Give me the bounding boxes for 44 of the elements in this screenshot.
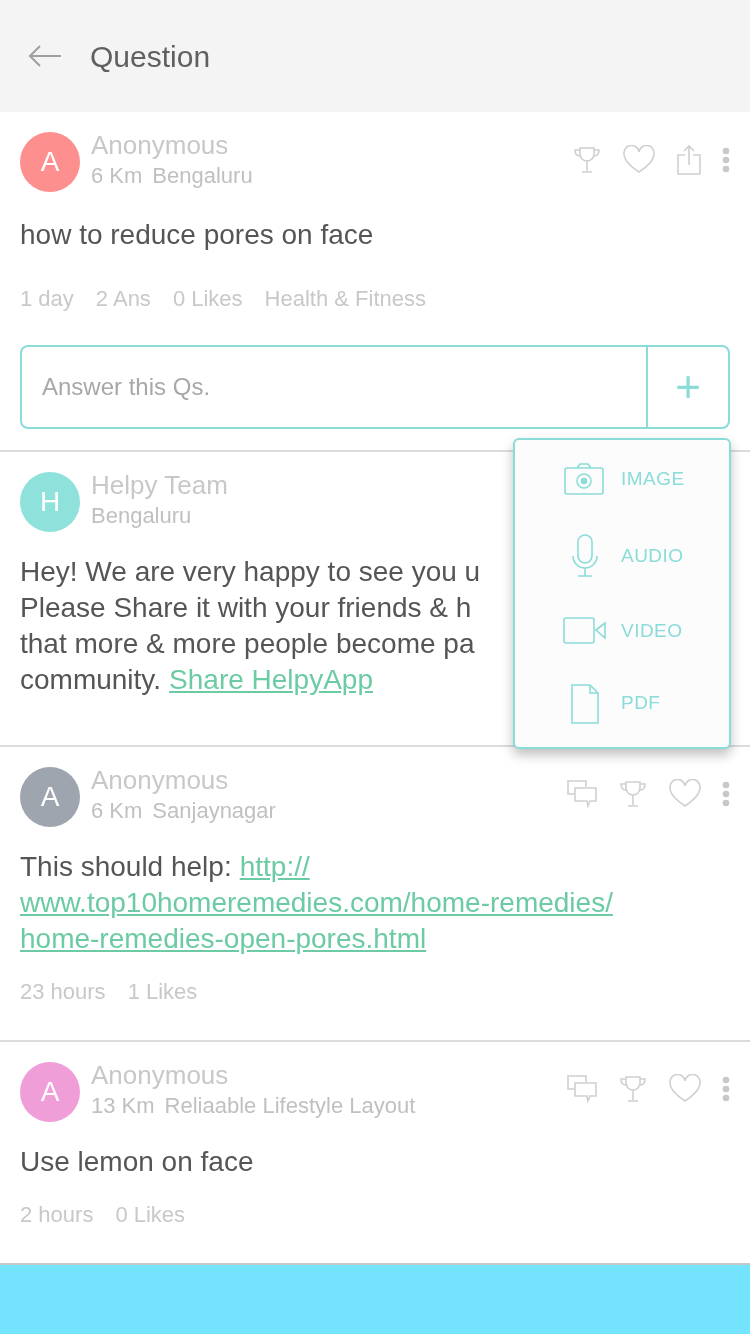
distance-text: 6 Km (91, 162, 143, 190)
more-icon[interactable] (722, 1076, 730, 1102)
trophy-icon[interactable] (618, 779, 648, 809)
heart-icon[interactable] (622, 145, 656, 175)
trophy-icon[interactable] (572, 145, 602, 175)
menu-item[interactable]: AUDIO (515, 533, 729, 578)
heart-icon[interactable] (668, 779, 702, 809)
avatar: A (20, 767, 80, 827)
menu-item[interactable]: VIDEO (515, 616, 729, 646)
video-camera-icon (563, 616, 607, 645)
message-line: that more & more people become pa (20, 627, 475, 661)
comments-icon[interactable] (566, 1074, 598, 1104)
comments-icon[interactable] (566, 779, 598, 809)
question-text: how to reduce pores on face (20, 218, 375, 252)
answer-link[interactable]: http:// (239, 849, 310, 885)
location-text: Bengaluru (91, 502, 192, 530)
more-icon[interactable] (722, 147, 730, 173)
answer-field[interactable]: Answer this Qs. + (20, 345, 730, 429)
message-line: community. (20, 663, 162, 697)
distance-text: 6 Km (91, 797, 143, 825)
answer-link[interactable]: www.top10homeremedies.com/home-remedies/ (20, 885, 613, 921)
add-button[interactable]: + (646, 347, 728, 427)
more-icon[interactable] (722, 781, 730, 807)
avatar: A (20, 132, 80, 192)
avatar: H (20, 472, 80, 532)
message-line: Please Share it with your friends & h (20, 591, 472, 625)
trophy-icon[interactable] (618, 1074, 648, 1104)
answer-text: This should help: (20, 850, 232, 884)
share-icon[interactable] (676, 144, 702, 176)
answer-text: Use lemon on face (20, 1145, 255, 1179)
location-text: Sanjaynagar (152, 797, 276, 825)
location-text: Bengaluru (152, 162, 253, 190)
camera-icon (563, 463, 607, 496)
distance-text: 13 Km (91, 1092, 155, 1120)
share-link[interactable]: Share HelpyApp (169, 662, 373, 698)
avatar: A (20, 1062, 80, 1122)
screen-title: Question (90, 38, 211, 75)
back-button[interactable] (28, 44, 62, 68)
heart-icon[interactable] (668, 1074, 702, 1104)
answer-link[interactable]: home-remedies-open-pores.html (20, 921, 427, 957)
menu-item[interactable]: IMAGE (515, 463, 729, 496)
message-line: Hey! We are very happy to see you u (20, 555, 481, 589)
menu-item[interactable]: PDF (515, 683, 729, 724)
location-text: Reliaable Lifestyle Layout (164, 1092, 416, 1120)
